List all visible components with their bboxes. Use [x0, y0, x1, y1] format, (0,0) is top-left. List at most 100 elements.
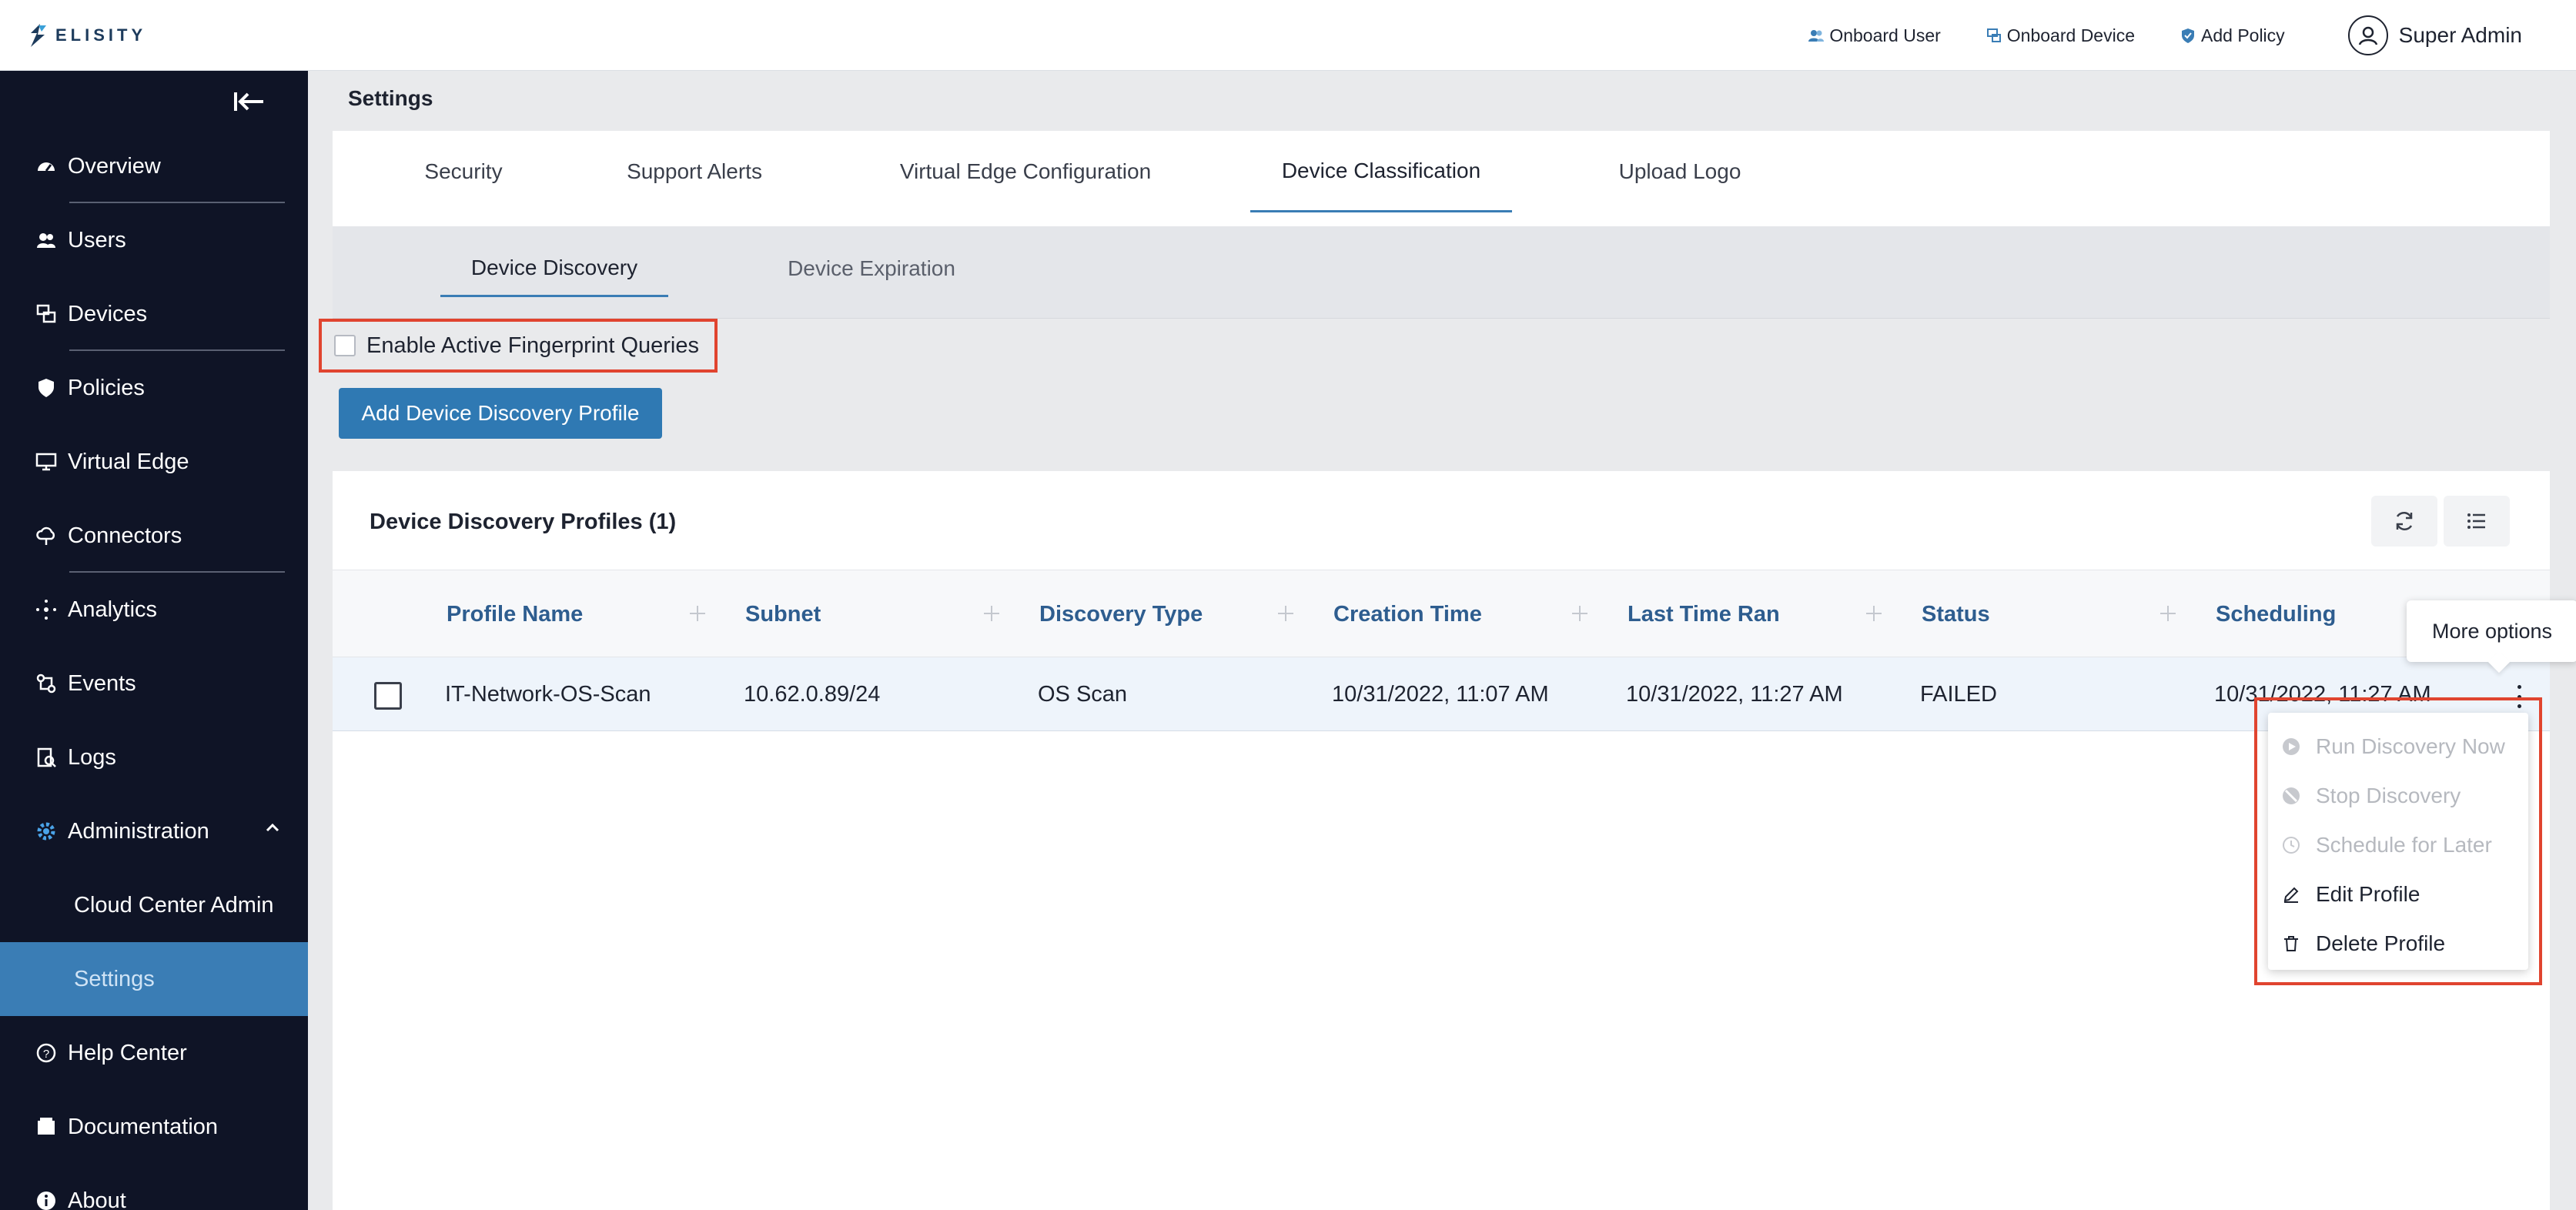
sidebar-item-label: Overview	[68, 153, 161, 179]
pencil-icon	[2282, 885, 2300, 904]
user-name: Super Admin	[2398, 23, 2522, 47]
sidebar-item-virtual-edge[interactable]: Virtual Edge	[0, 425, 308, 499]
sidebar: Overview Users Devices Policies Virtual …	[0, 71, 308, 1210]
monitor-icon	[35, 451, 57, 473]
logo-icon	[31, 24, 46, 47]
more-options-tooltip: More options	[2407, 600, 2576, 662]
column-creation-time[interactable]: Creation Time	[1333, 570, 1482, 658]
stop-icon	[2282, 787, 2300, 805]
fingerprint-label: Enable Active Fingerprint Queries	[366, 333, 699, 358]
onboard-user-label: Onboard User	[1829, 25, 1941, 45]
column-scheduling[interactable]: Scheduling	[2216, 570, 2336, 658]
sidebar-item-devices[interactable]: Devices	[0, 277, 308, 351]
events-icon	[35, 673, 57, 694]
cell-creation-time: 10/31/2022, 11:07 AM	[1332, 681, 1549, 707]
user-icon	[2358, 26, 2377, 45]
cloud-icon	[35, 525, 57, 547]
sidebar-item-analytics[interactable]: Analytics	[0, 573, 308, 647]
column-resize-icon[interactable]	[982, 604, 1001, 623]
column-resize-icon[interactable]	[2159, 604, 2177, 623]
cell-profile-name: IT-Network-OS-Scan	[445, 681, 651, 707]
sidebar-item-administration[interactable]: Administration	[0, 794, 308, 868]
users-icon	[35, 229, 57, 251]
row-checkbox[interactable]	[374, 682, 402, 710]
document-icon	[35, 1116, 57, 1138]
menu-item-label: Delete Profile	[2316, 931, 2446, 955]
clock-icon	[2282, 836, 2300, 854]
sidebar-item-help-center[interactable]: ? Help Center	[0, 1016, 308, 1090]
sidebar-item-label: Devices	[68, 301, 148, 326]
menu-item-delete-profile[interactable]: Delete Profile	[2268, 919, 2528, 968]
sidebar-item-label: Settings	[74, 966, 155, 991]
column-resize-icon[interactable]	[688, 604, 707, 623]
tab-security[interactable]: Security	[371, 131, 556, 212]
table-row[interactable]: IT-Network-OS-Scan 10.62.0.89/24 OS Scan…	[333, 657, 2550, 731]
tab-virtual-edge-configuration[interactable]: Virtual Edge Configuration	[871, 131, 1179, 212]
onboard-device-button[interactable]: Onboard Device	[1986, 25, 2135, 46]
sidebar-item-policies[interactable]: Policies	[0, 351, 308, 425]
info-icon	[35, 1190, 57, 1210]
chevron-up-icon[interactable]	[265, 822, 280, 833]
cell-subnet: 10.62.0.89/24	[744, 681, 881, 707]
sidebar-item-logs[interactable]: Logs	[0, 720, 308, 794]
onboard-user-button[interactable]: Onboard User	[1808, 25, 1941, 46]
sidebar-item-overview[interactable]: Overview	[0, 129, 308, 203]
menu-item-edit-profile[interactable]: Edit Profile	[2268, 870, 2528, 919]
menu-item-stop-discovery[interactable]: Stop Discovery	[2268, 771, 2528, 821]
menu-item-run-discovery-now[interactable]: Run Discovery Now	[2268, 722, 2528, 771]
settings-tabs: Security Support Alerts Virtual Edge Con…	[333, 131, 2550, 226]
devices-icon	[35, 303, 57, 325]
fingerprint-option-highlight: Enable Active Fingerprint Queries	[319, 319, 718, 373]
logo-text: ELISITY	[55, 25, 147, 45]
add-device-discovery-profile-button[interactable]: Add Device Discovery Profile	[339, 388, 662, 439]
logs-icon	[35, 747, 57, 768]
sidebar-item-label: Help Center	[68, 1040, 187, 1065]
column-resize-icon[interactable]	[1571, 604, 1589, 623]
list-icon	[2467, 513, 2485, 529]
tab-device-classification[interactable]: Device Classification	[1250, 131, 1512, 212]
sidebar-item-label: Policies	[68, 375, 145, 400]
sidebar-item-label: Connectors	[68, 523, 182, 548]
sidebar-item-label: Analytics	[68, 597, 158, 622]
tab-support-alerts[interactable]: Support Alerts	[587, 131, 802, 212]
sidebar-item-cloud-center-admin[interactable]: Cloud Center Admin	[0, 868, 308, 942]
svg-text:?: ?	[43, 1048, 49, 1061]
discovery-profiles-card: Device Discovery Profiles (1) Profile Na…	[333, 471, 2550, 1210]
card-title: Device Discovery Profiles (1)	[370, 510, 677, 534]
column-resize-icon[interactable]	[1276, 604, 1295, 623]
menu-item-schedule-for-later[interactable]: Schedule for Later	[2268, 821, 2528, 870]
tab-device-discovery[interactable]: Device Discovery	[440, 240, 668, 297]
column-discovery-type[interactable]: Discovery Type	[1039, 570, 1203, 658]
user-menu[interactable]: Super Admin	[2347, 15, 2522, 55]
sidebar-item-label: Administration	[68, 818, 209, 844]
collapse-sidebar-button[interactable]	[231, 86, 268, 117]
users-icon	[1808, 30, 1825, 42]
column-resize-icon[interactable]	[1865, 604, 1883, 623]
cell-discovery-type: OS Scan	[1038, 681, 1128, 707]
refresh-button[interactable]	[2371, 496, 2437, 547]
fingerprint-checkbox[interactable]	[334, 335, 356, 356]
elisity-logo[interactable]: ELISITY	[28, 20, 146, 51]
sidebar-item-connectors[interactable]: Connectors	[0, 499, 308, 573]
column-subnet[interactable]: Subnet	[745, 570, 821, 658]
sidebar-item-label: Users	[68, 227, 126, 252]
sidebar-item-users[interactable]: Users	[0, 203, 308, 277]
avatar	[2347, 15, 2388, 55]
column-status[interactable]: Status	[1922, 570, 1990, 658]
device-classification-subtabs: Device Discovery Device Expiration	[333, 226, 2550, 319]
table-header: Profile Name Subnet Discovery Type Creat…	[333, 570, 2550, 657]
add-policy-button[interactable]: Add Policy	[2180, 25, 2285, 46]
column-profile-name[interactable]: Profile Name	[447, 570, 583, 658]
sidebar-item-documentation[interactable]: Documentation	[0, 1090, 308, 1164]
column-settings-button[interactable]	[2444, 496, 2510, 547]
sidebar-item-about[interactable]: About	[0, 1164, 308, 1210]
row-actions-menu: Run Discovery Now Stop Discovery Schedul…	[2268, 713, 2528, 970]
top-bar: ELISITY Onboard User Onboard Device Add …	[0, 0, 2576, 71]
column-last-time-ran[interactable]: Last Time Ran	[1628, 570, 1780, 658]
menu-item-label: Stop Discovery	[2316, 784, 2461, 807]
sidebar-item-label: Events	[68, 670, 136, 696]
sidebar-item-settings[interactable]: Settings	[0, 942, 308, 1016]
tab-device-expiration[interactable]: Device Expiration	[756, 240, 987, 297]
sidebar-item-events[interactable]: Events	[0, 647, 308, 720]
tab-upload-logo[interactable]: Upload Logo	[1580, 131, 1780, 212]
